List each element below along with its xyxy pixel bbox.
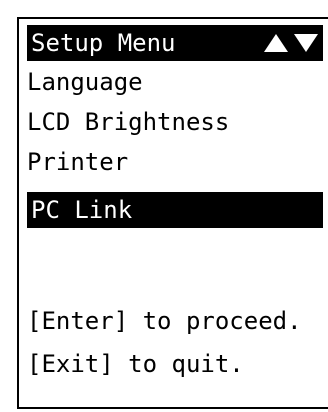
hint-enter: [Enter] to proceed. [27, 307, 302, 335]
menu-item-printer[interactable]: Printer [27, 144, 128, 180]
hint-exit: [Exit] to quit. [27, 350, 244, 378]
down-triangle-icon [294, 34, 318, 52]
up-triangle-icon [264, 34, 288, 52]
menu-title: Setup Menu [31, 29, 176, 57]
menu-item-pc-link[interactable]: PC Link [27, 192, 323, 228]
lcd-screen: Setup Menu Language LCD Brightness Print… [17, 17, 328, 409]
menu-header: Setup Menu [27, 25, 323, 61]
menu-item-lcd-brightness[interactable]: LCD Brightness [27, 104, 229, 140]
scroll-indicator [263, 32, 323, 54]
menu-item-language[interactable]: Language [27, 64, 143, 100]
